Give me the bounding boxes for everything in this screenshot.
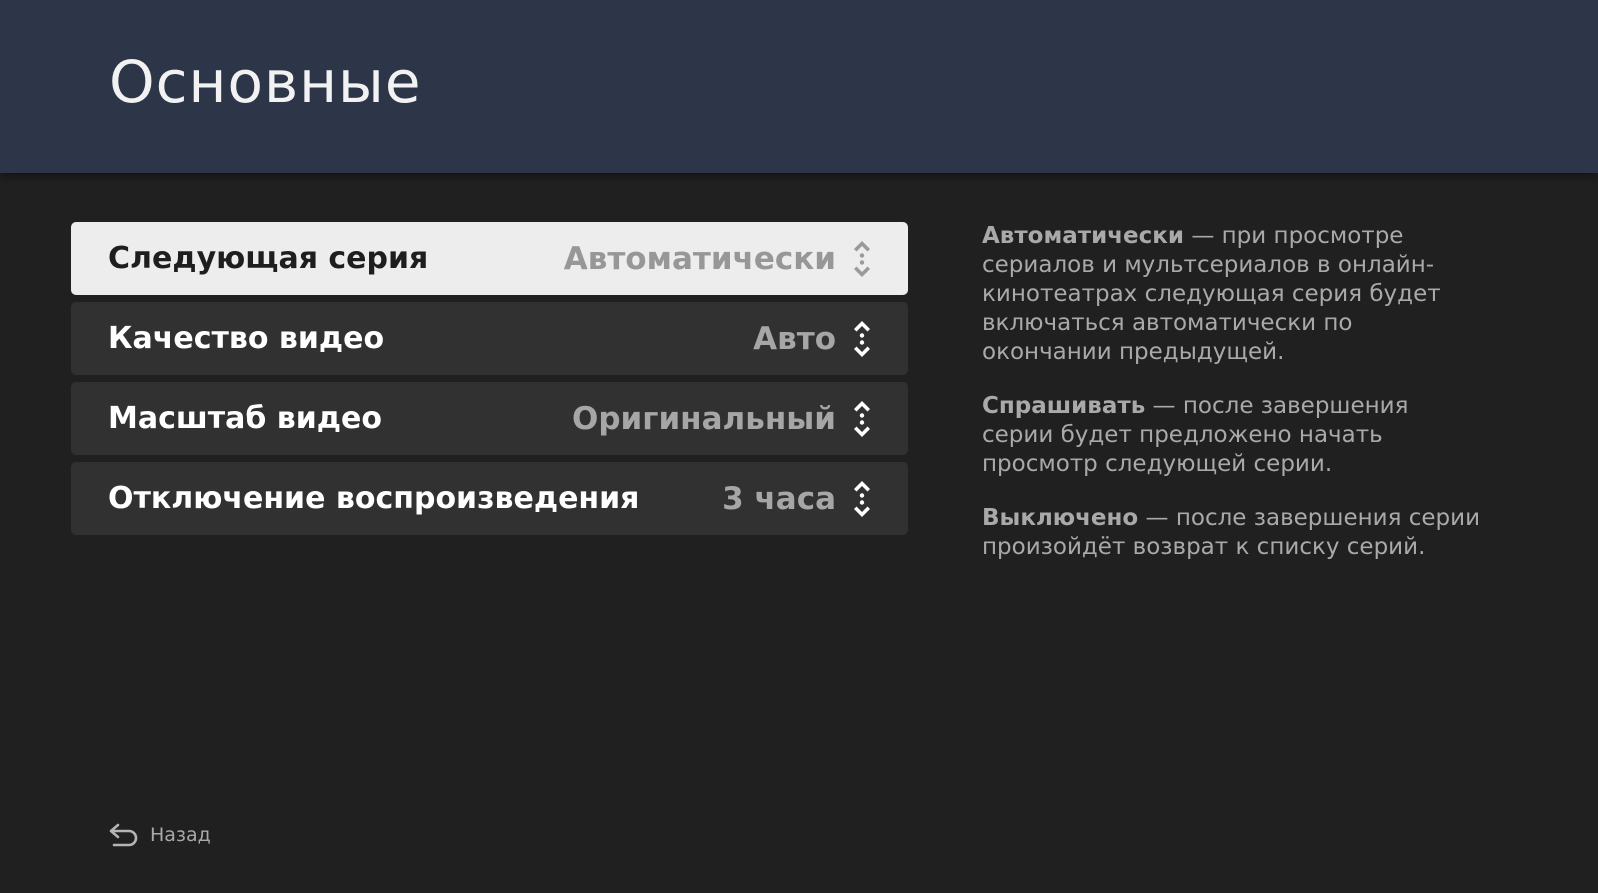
setting-next-episode[interactable]: Следующая серия Автоматически: [71, 222, 908, 295]
help-item-automatic: Автоматически — при просмотре сериалов и…: [982, 222, 1482, 367]
help-term: Автоматически: [982, 223, 1185, 249]
page-title: Основные: [109, 48, 422, 116]
back-label: Назад: [150, 824, 211, 846]
up-down-stepper-icon[interactable]: [852, 238, 872, 280]
setting-value: 3 часа: [722, 480, 836, 517]
setting-label: Следующая серия: [108, 241, 429, 276]
setting-video-scale[interactable]: Масштаб видео Оригинальный: [71, 382, 908, 455]
setting-label: Качество видео: [108, 321, 385, 356]
help-item-off: Выключено — после завершения серии произ…: [982, 504, 1482, 562]
header-bar: Основные: [0, 0, 1598, 173]
setting-value: Оригинальный: [572, 400, 836, 437]
back-button[interactable]: Назад: [108, 822, 211, 848]
up-down-stepper-icon[interactable]: [852, 478, 872, 520]
help-panel: Автоматически — при просмотре сериалов и…: [982, 222, 1482, 587]
help-term: Спрашивать: [982, 393, 1146, 419]
setting-playback-shutdown[interactable]: Отключение воспроизведения 3 часа: [71, 462, 908, 535]
help-item-ask: Спрашивать — после завершения серии буде…: [982, 392, 1482, 479]
help-term: Выключено: [982, 505, 1139, 531]
back-arrow-icon: [109, 823, 138, 847]
up-down-stepper-icon[interactable]: [852, 398, 872, 440]
setting-value: Автоматически: [563, 240, 836, 277]
setting-value: Авто: [753, 320, 836, 357]
up-down-stepper-icon[interactable]: [852, 318, 872, 360]
setting-label: Масштаб видео: [108, 401, 382, 436]
setting-video-quality[interactable]: Качество видео Авто: [71, 302, 908, 375]
setting-label: Отключение воспроизведения: [108, 481, 640, 516]
settings-list: Следующая серия Автоматически Качество в…: [71, 222, 908, 542]
